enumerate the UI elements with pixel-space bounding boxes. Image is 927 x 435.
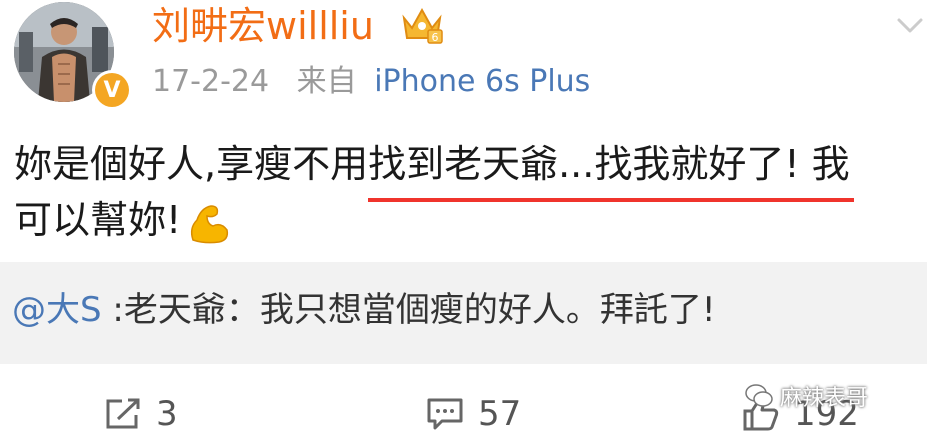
crown-icon: 6 — [402, 7, 443, 44]
comment-icon — [427, 398, 463, 430]
device-link[interactable]: iPhone 6s Plus — [374, 64, 590, 99]
comment-count: 57 — [478, 394, 522, 434]
post-meta: 17-2-24 来自 iPhone 6s Plus — [152, 62, 590, 102]
flexed-biceps-emoji — [191, 204, 229, 243]
verified-icon: V — [92, 70, 132, 110]
wechat-icon — [745, 384, 773, 407]
post-text-line-1: 妳是個好人,享瘦不用找到老天爺...找我就好了! 我 — [14, 142, 850, 186]
username[interactable]: 刘畊宏willliu — [152, 2, 374, 50]
svg-text:6: 6 — [432, 31, 439, 44]
post-text-line-2: 可以幫妳! — [14, 198, 182, 242]
repost-content: :老天爺：我只想當個瘦的好人。拜託了! — [112, 290, 716, 330]
avatar-container[interactable]: V — [14, 2, 132, 110]
post-text: 妳是個好人,享瘦不用找到老天爺...找我就好了! 我 可以幫妳! — [14, 136, 919, 248]
chevron-down-icon[interactable] — [896, 16, 924, 36]
post-date: 17-2-24 — [152, 64, 270, 99]
weibo-post: V 刘畊宏willliu 6 17-2-24 来自 iPhone 6s Plus… — [0, 0, 927, 435]
repost-text: @大S :老天爺：我只想當個瘦的好人。拜託了! — [12, 286, 716, 334]
comment-button[interactable]: 57 — [426, 394, 521, 434]
mention-link[interactable]: @大S — [12, 290, 102, 330]
watermark: 麻辣表哥 — [744, 380, 868, 412]
share-count: 3 — [156, 394, 178, 434]
watermark-text: 麻辣表哥 — [780, 386, 869, 411]
share-icon — [106, 398, 140, 429]
share-button[interactable]: 3 — [104, 394, 178, 434]
repost-block[interactable]: @大S :老天爺：我只想當個瘦的好人。拜託了! — [0, 262, 927, 364]
highlight-underline — [368, 198, 854, 202]
source-label: 来自 — [296, 64, 357, 99]
